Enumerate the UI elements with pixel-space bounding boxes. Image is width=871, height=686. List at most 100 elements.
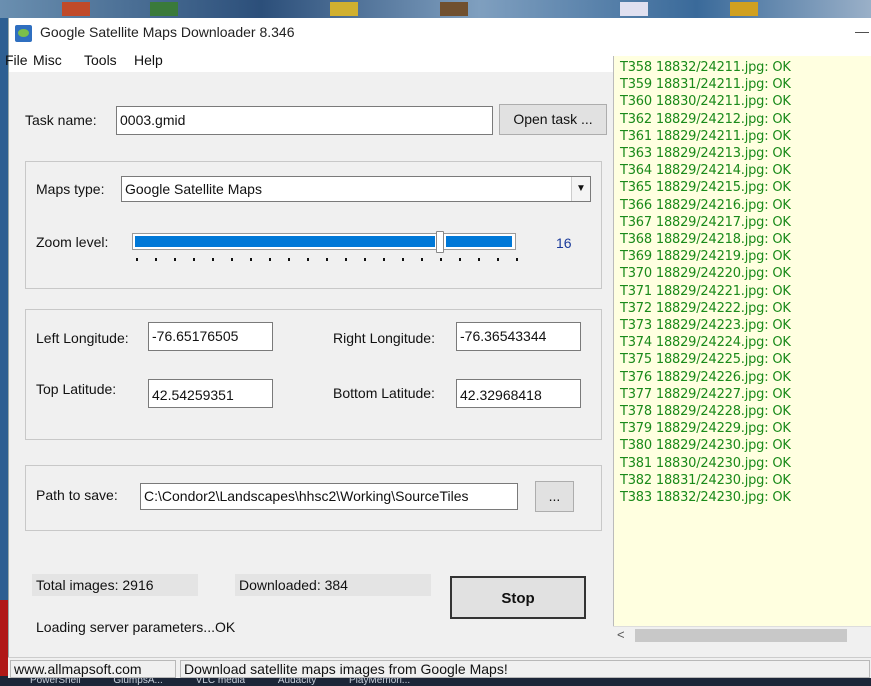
log-entry: T362 18829/24212.jpg: OK — [620, 111, 791, 127]
maps-type-select[interactable]: Google Satellite Maps ▼ — [121, 176, 591, 202]
log-entry: T361 18829/24211.jpg: OK — [620, 128, 791, 144]
log-entry: T363 18829/24213.jpg: OK — [620, 146, 791, 161]
log-entry: T369 18829/24219.jpg: OK — [620, 249, 791, 265]
log-entry: T367 18829/24217.jpg: OK — [620, 214, 791, 230]
log-entry: T376 18829/24226.jpg: OK — [620, 369, 791, 385]
log-horizontal-scrollbar[interactable]: < — [613, 626, 871, 643]
chevron-down-icon[interactable]: ▼ — [571, 177, 590, 201]
log-entry: T364 18829/24214.jpg: OK — [620, 163, 791, 179]
task-name-label: Task name: — [25, 112, 97, 128]
menu-misc[interactable]: Misc — [33, 52, 62, 68]
path-group: Path to save: C:\Condor2\Landscapes\hhsc… — [25, 465, 602, 531]
slider-tick — [326, 258, 328, 261]
zoom-slider-thumb[interactable] — [436, 231, 444, 253]
download-log[interactable]: T358 18832/24211.jpg: OK T359 18831/24211… — [613, 56, 871, 643]
log-entry: T365 18829/24215.jpg: OK — [620, 180, 791, 196]
coords-group: Left Longitude: -76.65176505 Right Longi… — [25, 309, 602, 440]
slider-tick — [212, 258, 214, 261]
path-to-save-input[interactable]: C:\Condor2\Landscapes\hhsc2\Working\Sour… — [140, 483, 518, 510]
desktop-icon[interactable] — [150, 2, 178, 16]
bottom-latitude-label: Bottom Latitude: — [333, 385, 435, 401]
slider-tick — [345, 258, 347, 261]
left-longitude-input[interactable]: -76.65176505 — [148, 322, 273, 351]
open-task-button[interactable]: Open task ... — [499, 104, 607, 135]
top-latitude-input[interactable]: 42.54259351 — [148, 379, 273, 408]
log-entry: T373 18829/24223.jpg: OK — [620, 318, 791, 333]
slider-tick — [459, 258, 461, 261]
zoom-level-value: 16 — [556, 235, 572, 251]
log-entry: T377 18829/24227.jpg: OK — [620, 386, 791, 402]
browse-button[interactable]: ... — [535, 481, 574, 512]
menu-help[interactable]: Help — [134, 52, 163, 68]
left-longitude-label: Left Longitude: — [36, 330, 129, 346]
maps-group: Maps type: Google Satellite Maps ▼ Zoom … — [25, 161, 602, 289]
globe-icon — [15, 25, 32, 42]
desktop-icon[interactable] — [620, 2, 648, 16]
status-message: Download satellite maps images from Goog… — [180, 660, 870, 678]
log-entry: T360 18830/24211.jpg: OK — [620, 94, 791, 110]
task-name-input[interactable]: 0003.gmid — [116, 106, 493, 135]
slider-tick — [497, 258, 499, 261]
scroll-left-icon[interactable]: < — [617, 627, 625, 642]
path-to-save-label: Path to save: — [36, 487, 118, 503]
slider-tick — [136, 258, 138, 261]
right-longitude-input[interactable]: -76.36543344 — [456, 322, 581, 351]
slider-tick — [269, 258, 271, 261]
log-entry: T380 18829/24230.jpg: OK — [620, 438, 791, 454]
desktop-icon[interactable] — [440, 2, 468, 16]
log-entry: T358 18832/24211.jpg: OK — [620, 60, 791, 75]
slider-tick — [193, 258, 195, 261]
slider-tick — [288, 258, 290, 261]
minimize-button[interactable]: — — [855, 23, 869, 39]
slider-tick — [307, 258, 309, 261]
slider-tick — [421, 258, 423, 261]
log-entry: T366 18829/24216.jpg: OK — [620, 197, 791, 213]
desktop-strip — [0, 0, 871, 18]
zoom-slider-track[interactable] — [132, 231, 516, 253]
log-entry: T378 18829/24228.jpg: OK — [620, 404, 791, 419]
log-entry: T381 18830/24230.jpg: OK — [620, 455, 791, 471]
log-entry: T359 18831/24211.jpg: OK — [620, 77, 791, 93]
zoom-slider-track-fill — [446, 236, 512, 247]
desktop-icon[interactable] — [330, 2, 358, 16]
slider-tick — [383, 258, 385, 261]
maps-type-value: Google Satellite Maps — [125, 181, 262, 197]
maps-type-label: Maps type: — [36, 181, 105, 197]
desktop-icon[interactable] — [62, 2, 90, 16]
slider-tick — [516, 258, 518, 261]
menu-file[interactable]: File — [5, 52, 28, 68]
slider-tick — [250, 258, 252, 261]
log-entry: T371 18829/24221.jpg: OK — [620, 283, 791, 299]
zoom-level-label: Zoom level: — [36, 234, 109, 250]
scrollbar-thumb[interactable] — [635, 629, 847, 642]
slider-tick — [231, 258, 233, 261]
bottom-latitude-input[interactable]: 42.32968418 — [456, 379, 581, 408]
stop-button[interactable]: Stop — [450, 576, 586, 619]
log-entry: T383 18832/24230.jpg: OK — [620, 490, 791, 505]
log-entry: T370 18829/24220.jpg: OK — [620, 266, 791, 282]
slider-tick — [478, 258, 480, 261]
title-bar[interactable]: Google Satellite Maps Downloader 8.346 — — [9, 18, 871, 48]
total-images-count: Total images: 2916 — [32, 574, 198, 596]
top-latitude-label: Top Latitude: — [36, 381, 117, 397]
window-title: Google Satellite Maps Downloader 8.346 — [40, 24, 295, 40]
menu-tools[interactable]: Tools — [84, 52, 117, 68]
desktop-icon[interactable] — [730, 2, 758, 16]
right-longitude-label: Right Longitude: — [333, 330, 435, 346]
log-entry: T379 18829/24229.jpg: OK — [620, 421, 791, 437]
slider-tick — [174, 258, 176, 261]
slider-tick — [155, 258, 157, 261]
log-entry: T382 18831/24230.jpg: OK — [620, 472, 791, 488]
status-bar: www.allmapsoft.com Download satellite ma… — [8, 657, 871, 678]
zoom-slider-fill — [135, 236, 435, 247]
downloaded-count: Downloaded: 384 — [235, 574, 431, 596]
slider-tick — [440, 258, 442, 261]
status-site: www.allmapsoft.com — [10, 660, 176, 678]
zoom-slider-ticks — [136, 258, 518, 262]
slider-tick — [364, 258, 366, 261]
log-entry: T375 18829/24225.jpg: OK — [620, 352, 791, 368]
log-entry: T372 18829/24222.jpg: OK — [620, 300, 791, 316]
log-entry: T374 18829/24224.jpg: OK — [620, 335, 791, 351]
slider-tick — [402, 258, 404, 261]
log-entry: T368 18829/24218.jpg: OK — [620, 232, 791, 247]
